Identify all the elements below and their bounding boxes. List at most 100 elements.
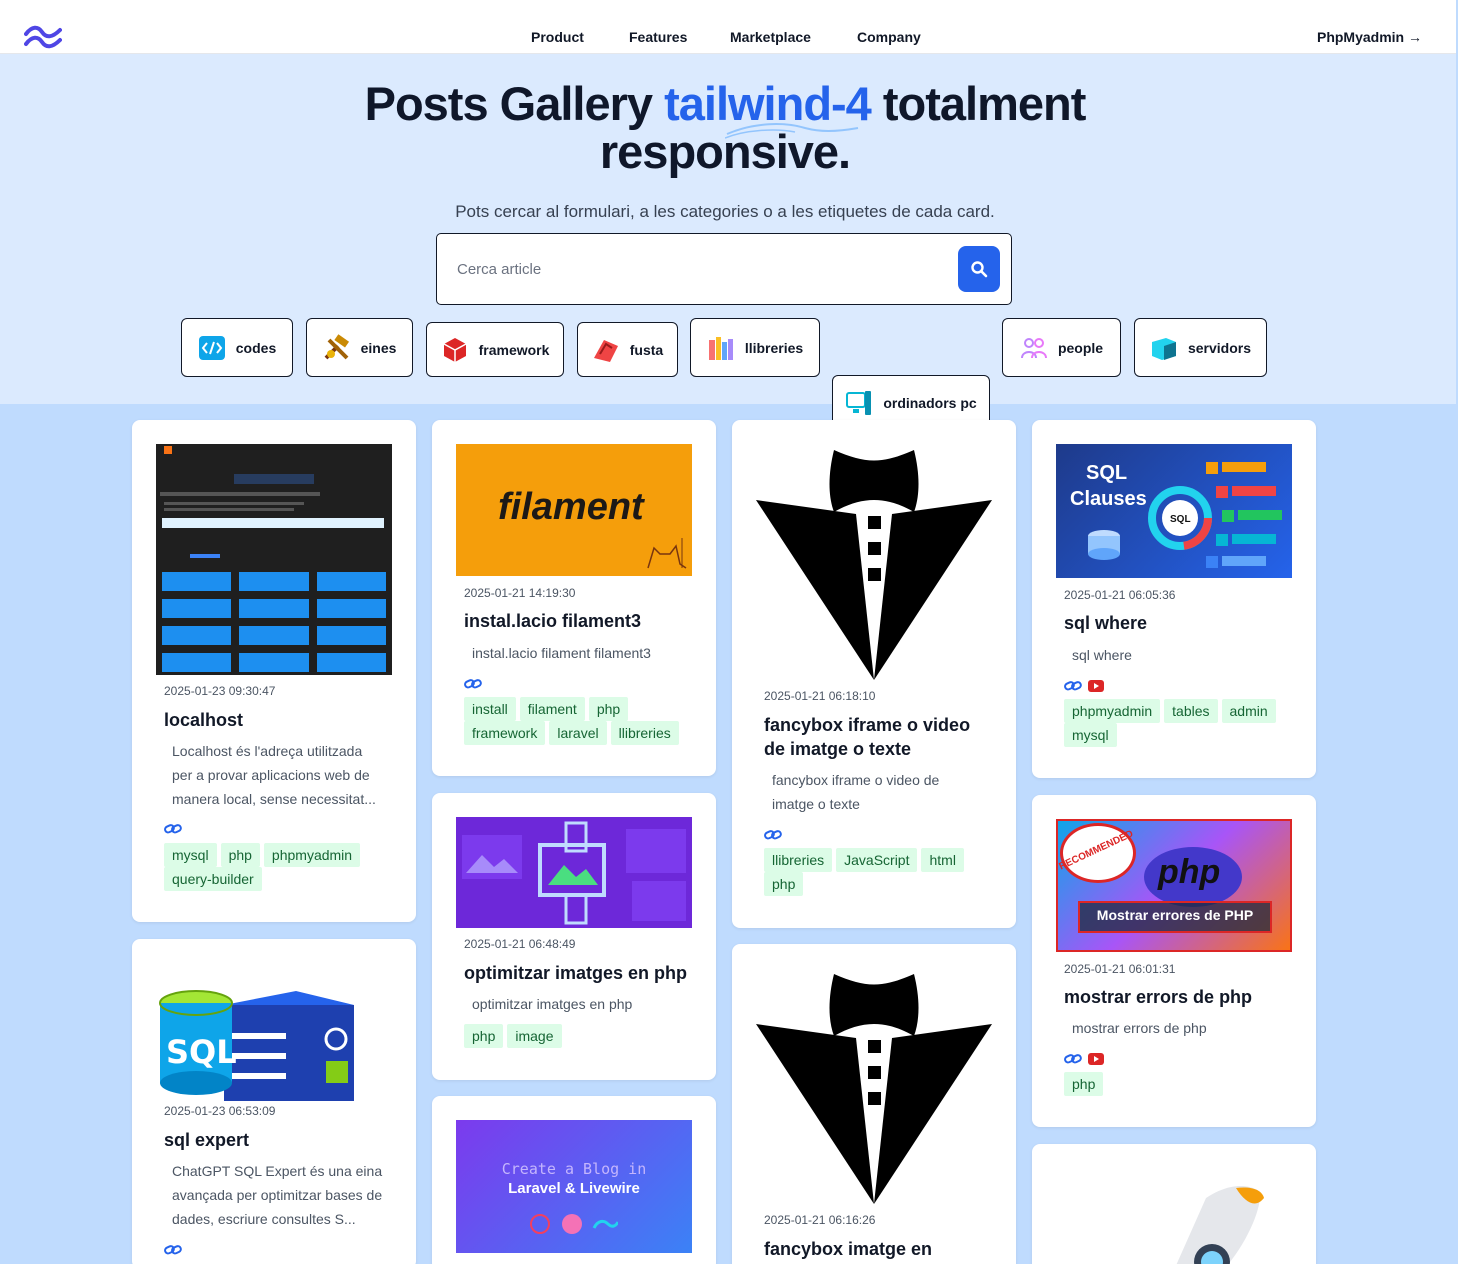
- post-description: fancybox iframe o video de imatge o text…: [772, 772, 940, 812]
- tag[interactable]: install: [464, 697, 516, 721]
- post-title[interactable]: optimitzar imatges en php: [464, 961, 694, 985]
- post-title[interactable]: localhost: [164, 708, 394, 732]
- tag[interactable]: phpmyadmin: [1064, 699, 1161, 723]
- post-title[interactable]: sql expert: [164, 1128, 394, 1152]
- post-card[interactable]: [1032, 1144, 1316, 1264]
- post-title[interactable]: sql where: [1064, 611, 1294, 635]
- post-title[interactable]: mostrar errors de php: [1064, 985, 1294, 1009]
- tag[interactable]: php: [464, 1024, 504, 1048]
- post-thumbnail[interactable]: [1056, 1168, 1292, 1264]
- tag[interactable]: tables: [1164, 699, 1218, 723]
- blog-thumb-line1: Create a Blog in: [501, 1160, 647, 1178]
- post-card[interactable]: 2025-01-21 06:16:26 fancybox imatge en: [732, 944, 1016, 1264]
- wood-icon: [593, 339, 618, 362]
- post-description: mostrar errors de php: [1072, 1020, 1207, 1036]
- category-label: people: [1057, 339, 1104, 356]
- phpmyadmin-link[interactable]: PhpMyadmin →: [1317, 29, 1422, 45]
- post-thumbnail[interactable]: [756, 444, 992, 684]
- code-icon: [198, 335, 225, 360]
- link-icon[interactable]: [764, 828, 782, 842]
- link-icon[interactable]: [1064, 679, 1082, 693]
- tag[interactable]: JavaScript: [836, 848, 918, 872]
- post-date: 2025-01-21 06:05:36: [1064, 588, 1176, 602]
- tag[interactable]: php: [588, 697, 629, 721]
- tag[interactable]: mysql: [1064, 723, 1117, 747]
- tag[interactable]: admin: [1221, 699, 1276, 723]
- post-date: 2025-01-23 06:53:09: [164, 1104, 276, 1118]
- post-card[interactable]: SQL 2025-01-23 06:53:09 sql expert ChatG…: [132, 939, 416, 1264]
- tag[interactable]: php: [764, 872, 804, 896]
- tag[interactable]: llibreries: [764, 848, 833, 872]
- hero-subtitle: Pots cercar al formulari, a les categori…: [455, 202, 995, 221]
- sql-thumb-label: SQL: [166, 1033, 237, 1071]
- youtube-icon[interactable]: [1088, 1053, 1104, 1065]
- tuxedo-illustration: [756, 450, 992, 680]
- link-icon[interactable]: [1064, 1052, 1082, 1066]
- tag[interactable]: php: [220, 843, 260, 867]
- post-card[interactable]: 2025-01-23 09:30:47 localhost Localhost …: [132, 420, 416, 922]
- tag[interactable]: php: [1064, 1072, 1104, 1096]
- post-description: instal.lacio filament filament3: [472, 645, 651, 661]
- tag[interactable]: llibreries: [610, 721, 679, 745]
- post-title[interactable]: fancybox imatge en: [764, 1237, 994, 1261]
- post-card[interactable]: 2025-01-21 06:48:49 optimitzar imatges e…: [432, 793, 716, 1080]
- category-fusta[interactable]: fusta: [577, 322, 678, 377]
- post-description: Localhost és l'adreça utilitzada per a p…: [172, 743, 376, 807]
- tag[interactable]: html: [921, 848, 964, 872]
- tag[interactable]: phpmyadmin: [263, 843, 361, 867]
- rocket-illustration: [1176, 1185, 1264, 1264]
- post-links: [464, 677, 482, 691]
- title-part2: totalment: [882, 77, 1086, 130]
- nav-product[interactable]: Product: [531, 29, 584, 45]
- post-thumbnail[interactable]: SQL: [156, 963, 392, 1103]
- nav-features[interactable]: Features: [629, 29, 687, 45]
- tag[interactable]: query-builder: [164, 867, 262, 891]
- post-thumbnail[interactable]: SQL Clauses SQL: [1056, 444, 1292, 578]
- post-card[interactable]: filament 2025-01-21 14:19:30 instal.laci…: [432, 420, 716, 776]
- youtube-icon[interactable]: [1088, 680, 1104, 692]
- category-eines[interactable]: eines: [306, 318, 413, 377]
- post-thumbnail[interactable]: filament: [456, 444, 692, 576]
- post-title[interactable]: fancybox iframe o video de imatge o text…: [764, 713, 994, 761]
- post-card[interactable]: 2025-01-21 06:18:10 fancybox iframe o vi…: [732, 420, 1016, 928]
- tag[interactable]: filament: [519, 697, 585, 721]
- link-icon[interactable]: [164, 1243, 182, 1257]
- nav-company[interactable]: Company: [857, 29, 921, 45]
- post-card[interactable]: Create a Blog in Laravel & Livewire: [432, 1096, 716, 1264]
- php-thumb-caption: Mostrar errores de PHP: [1096, 907, 1254, 923]
- link-icon[interactable]: [164, 822, 182, 836]
- tag[interactable]: image: [507, 1024, 562, 1048]
- books-icon: [708, 336, 733, 360]
- post-thumbnail[interactable]: php Mostrar errores de PHP RECOMMENDED: [1056, 819, 1292, 952]
- category-llibreries[interactable]: llibreries: [690, 318, 820, 377]
- tag[interactable]: laravel: [549, 721, 607, 745]
- box-icon: [443, 337, 466, 362]
- post-links: [164, 822, 182, 836]
- search-input[interactable]: [457, 252, 947, 286]
- category-label: fusta: [629, 341, 664, 358]
- category-people[interactable]: people: [1002, 318, 1121, 377]
- post-thumbnail[interactable]: Create a Blog in Laravel & Livewire: [456, 1120, 692, 1253]
- post-title[interactable]: instal.lacio filament3: [464, 609, 694, 633]
- tailwind-logo-icon[interactable]: [24, 24, 62, 50]
- post-card[interactable]: php Mostrar errores de PHP RECOMMENDED 2…: [1032, 795, 1316, 1127]
- people-icon: [1020, 337, 1047, 358]
- category-codes[interactable]: codes: [181, 318, 293, 377]
- tag[interactable]: mysql: [164, 843, 217, 867]
- php-thumb-logo: php: [1158, 853, 1221, 891]
- sql-clauses-diagram: [1088, 462, 1282, 568]
- link-icon[interactable]: [464, 677, 482, 691]
- post-card[interactable]: SQL Clauses SQL 2025-01-21 06:05:36 sql …: [1032, 420, 1316, 778]
- post-date: 2025-01-21 06:18:10: [764, 689, 876, 703]
- post-thumbnail[interactable]: [456, 817, 692, 928]
- search-button[interactable]: [958, 246, 1000, 292]
- category-servidors[interactable]: servidors: [1134, 318, 1267, 377]
- post-links: [164, 1243, 182, 1257]
- title-part1: Posts Gallery: [364, 77, 653, 130]
- category-framework[interactable]: framework: [426, 322, 564, 377]
- nav-marketplace[interactable]: Marketplace: [730, 29, 811, 45]
- tag[interactable]: framework: [464, 721, 546, 745]
- post-thumbnail[interactable]: [756, 968, 992, 1208]
- top-navbar: Product Features Marketplace Company Php…: [0, 0, 1456, 54]
- post-thumbnail[interactable]: [156, 444, 392, 675]
